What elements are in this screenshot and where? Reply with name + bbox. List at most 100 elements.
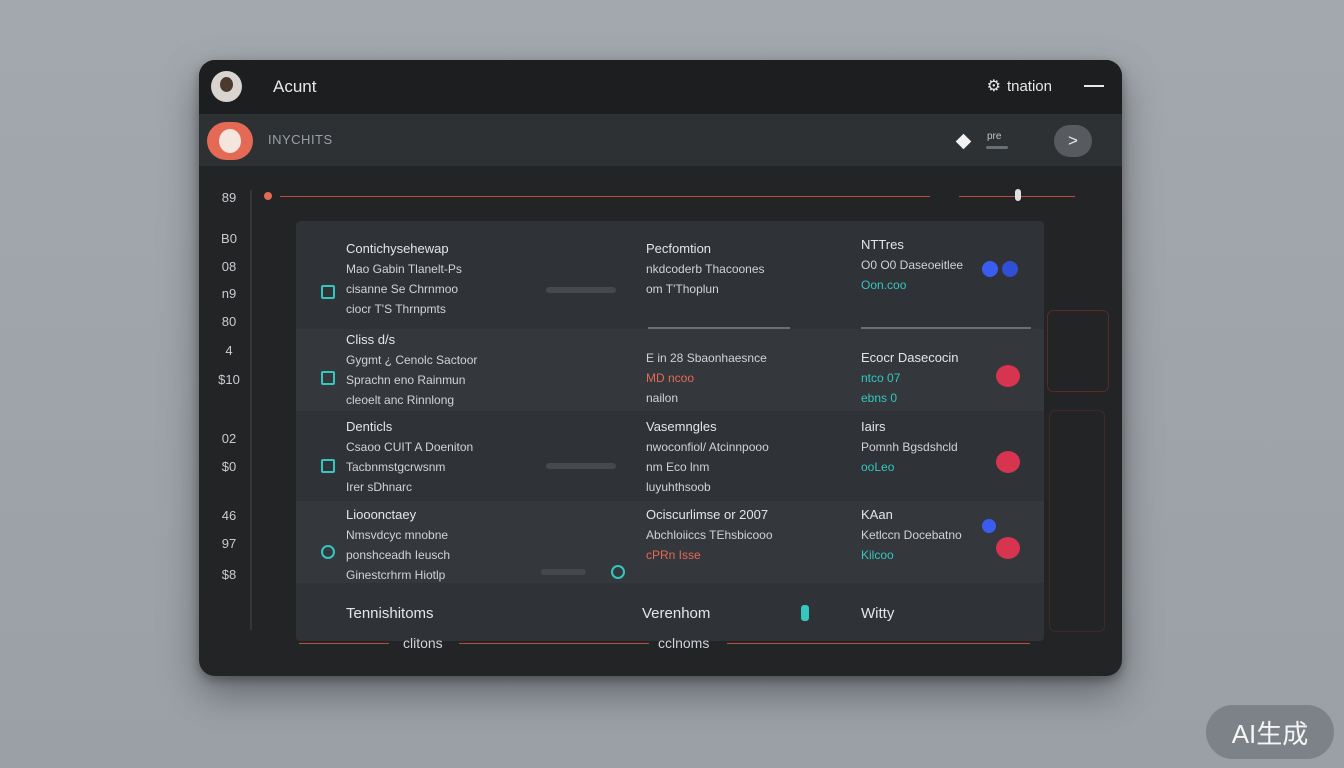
bar-placeholder <box>546 287 616 293</box>
row-text: ooLeo <box>861 460 895 474</box>
ai-generated-badge: AI生成 <box>1206 705 1334 759</box>
table-row[interactable]: Contichysehewap Mao Gabin Tlanelt-Ps cis… <box>296 235 1044 329</box>
axis-label: 08 <box>221 259 237 274</box>
axis-label: B0 <box>221 231 237 246</box>
row-title: Pecfomtion <box>646 241 712 256</box>
row-col3: Ecocr Dasecocin ntco 07 ebns 0 <box>861 348 959 408</box>
axis-line <box>250 190 252 630</box>
bar-placeholder <box>541 569 586 575</box>
footer-col1: Tennishitoms <box>346 605 434 622</box>
row-text: Irer sDhnarc <box>346 480 413 494</box>
row-col1: Denticls Csaoo CUIT A Doeniton Tacbnmstg… <box>346 417 473 497</box>
row-text: cleoelt anc Rinnlong <box>346 393 455 407</box>
row-text: Csaoo CUIT A Doeniton <box>346 440 474 454</box>
row-col3: Iairs Pomnh Bgsdshcld ooLeo <box>861 417 958 477</box>
timeline-start-dot[interactable] <box>264 192 272 200</box>
row-text: Pomnh Bgsdshcld <box>861 440 958 454</box>
row-text: O0 O0 Daseoeitlee <box>861 258 964 272</box>
footer-sub-right[interactable]: cclnoms <box>658 635 709 651</box>
row-title: Liooonctaey <box>346 507 417 522</box>
row-text: nkdcoderb Thacoones <box>646 262 765 276</box>
row-title: Cliss d/s <box>346 332 396 347</box>
axis-label: $10 <box>218 372 240 387</box>
pink-status-icon[interactable] <box>996 365 1020 387</box>
data-table: Contichysehewap Mao Gabin Tlanelt-Ps cis… <box>296 221 1044 641</box>
axis-label: 02 <box>221 431 237 446</box>
teal-status-icon[interactable] <box>611 565 625 579</box>
timeline-track[interactable] <box>280 196 930 197</box>
axis-label: 97 <box>221 536 237 551</box>
row-text: om T'Thoplun <box>646 282 719 296</box>
footer-line <box>727 643 1030 644</box>
row-title: Contichysehewap <box>346 241 449 256</box>
footer-line <box>459 643 649 644</box>
footer-sub-left[interactable]: clitons <box>403 635 443 651</box>
row-text: Ginestcrhrm Hiotlp <box>346 568 446 582</box>
row-title: KAan <box>861 507 893 522</box>
row-title: Ociscurlimse or 2007 <box>646 507 769 522</box>
axis-label: 80 <box>221 314 237 329</box>
row-title: NTTres <box>861 237 904 252</box>
axis-label: n9 <box>221 286 237 301</box>
footer-col2: Verenhom <box>642 605 711 622</box>
row-title: Ecocr Dasecocin <box>861 350 959 365</box>
row-square-icon <box>321 285 335 299</box>
blue-status-icon[interactable] <box>982 261 998 277</box>
pink-status-icon[interactable] <box>996 451 1020 473</box>
user-avatar[interactable] <box>207 122 253 160</box>
app-window: Acunt ⚙ tnation INYCHITS pre > 89 B0 08 … <box>199 60 1122 676</box>
row-col3: NTTres O0 O0 Daseoeitlee Oon.coo <box>861 235 963 295</box>
row-title: Iairs <box>861 419 886 434</box>
row-title: Denticls <box>346 419 393 434</box>
axis-label: $0 <box>221 459 237 474</box>
table-row[interactable]: Cliss d/s Gygmt ¿ Cenolc Sactoor Sprachn… <box>296 329 1044 411</box>
table-row[interactable]: Denticls Csaoo CUIT A Doeniton Tacbnmstg… <box>296 415 1044 499</box>
settings-icon: ⚙ <box>986 78 1001 95</box>
row-text: cPRn Isse <box>646 548 701 562</box>
timeline-handle[interactable] <box>1015 189 1021 201</box>
row-text: Kilcoo <box>861 548 894 562</box>
app-avatar[interactable] <box>211 71 242 102</box>
row-text: ciocr T'S Thrnpmts <box>346 302 446 316</box>
info-group[interactable]: ⚙ tnation <box>987 76 1052 96</box>
user-head-icon <box>219 129 241 153</box>
blue-status-icon[interactable] <box>982 519 996 533</box>
user-name: INYCHITS <box>268 132 333 147</box>
row-col2: Ociscurlimse or 2007 Abchloiiccs TEhsbic… <box>646 505 773 565</box>
blue-status-icon[interactable] <box>1002 261 1018 277</box>
row-text: Ketlccn Docebatno <box>861 528 962 542</box>
pink-status-icon[interactable] <box>996 537 1020 559</box>
row-text: cisanne Se Chrnmoo <box>346 282 459 296</box>
row-text: MD ncoo <box>646 371 695 385</box>
user-bar: INYCHITS <box>199 114 1122 166</box>
window-title: Acunt <box>273 77 317 96</box>
row-text: ntco 07 <box>861 371 901 385</box>
bar-placeholder <box>801 605 809 621</box>
row-text: nwoconfiol/ Atcinnpooo <box>646 440 769 454</box>
row-col2: E in 28 Sbaonhaesnce MD ncoo nailon <box>646 348 767 408</box>
footer-line <box>299 643 389 644</box>
minimize-icon[interactable] <box>1084 85 1104 87</box>
row-text: Nmsvdcyc mnobne <box>346 528 449 542</box>
row-col2: Pecfomtion nkdcoderb Thacoones om T'Thop… <box>646 239 765 299</box>
row-col1: Liooonctaey Nmsvdcyc mnobne ponshceadh I… <box>346 505 450 585</box>
table-row[interactable]: Liooonctaey Nmsvdcyc mnobne ponshceadh I… <box>296 501 1044 583</box>
row-col1: Contichysehewap Mao Gabin Tlanelt-Ps cis… <box>346 239 462 319</box>
row-text: Mao Gabin Tlanelt-Ps <box>346 262 462 276</box>
row-text: Abchloiiccs TEhsbicooo <box>646 528 773 542</box>
pre-subtext <box>986 146 1008 149</box>
row-square-icon <box>321 459 335 473</box>
row-text: ebns 0 <box>861 391 898 405</box>
row-text: luyuhthsoob <box>646 480 711 494</box>
row-col3: KAan Ketlccn Docebatno Kilcoo <box>861 505 962 565</box>
info-label: tnation <box>1006 77 1052 95</box>
axis-label: 89 <box>221 190 237 205</box>
footer-col3: Witty <box>861 605 895 622</box>
axis-label: 4 <box>225 343 233 358</box>
row-text: Oon.coo <box>861 278 907 292</box>
axis-label: 46 <box>221 508 237 523</box>
row-arrow-icon <box>321 545 335 559</box>
row-text: nailon <box>646 391 679 405</box>
next-button[interactable]: > <box>1054 125 1092 157</box>
avatar-head-icon <box>220 77 233 92</box>
